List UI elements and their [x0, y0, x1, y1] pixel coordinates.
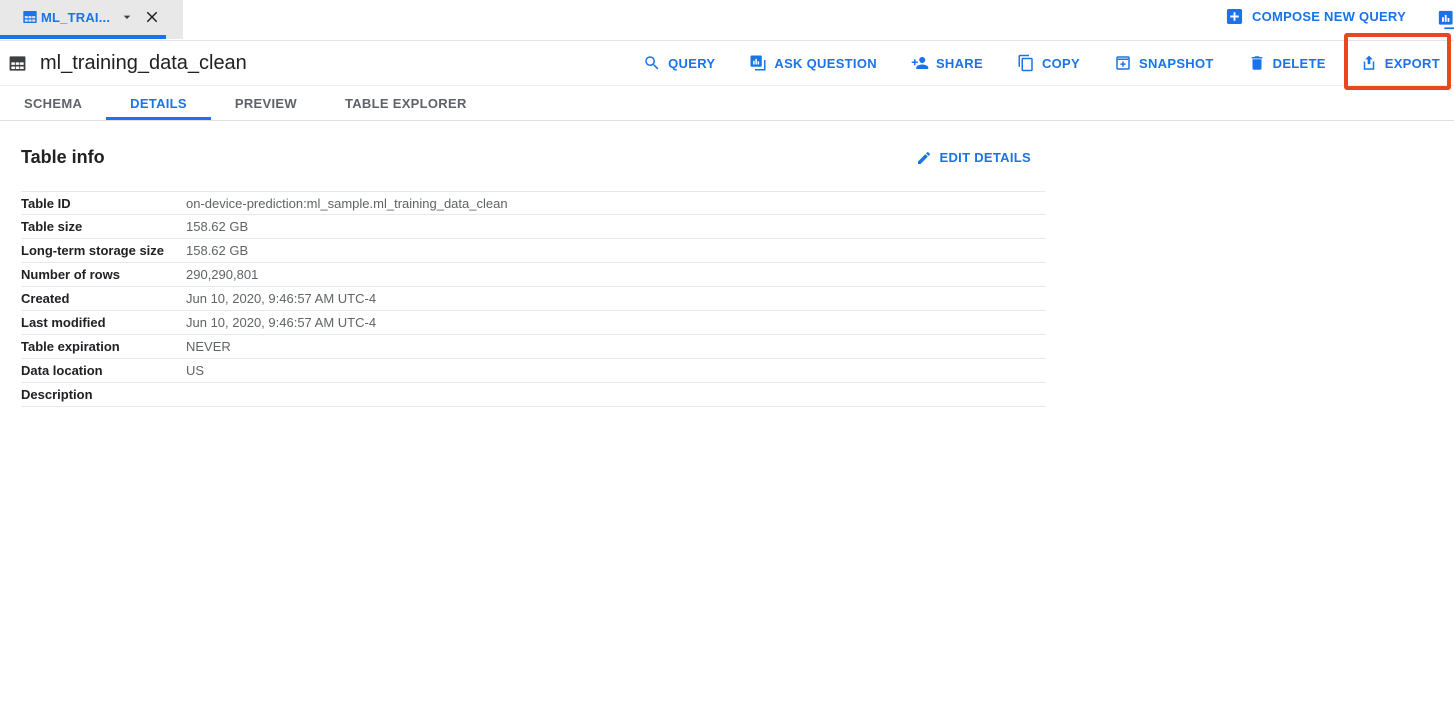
edit-details-button[interactable]: EDIT DETAILS — [916, 150, 1031, 166]
tab-details-label: DETAILS — [130, 96, 187, 111]
row-value: 290,290,801 — [186, 267, 258, 282]
query-button-label: QUERY — [668, 56, 715, 71]
row-value: on-device-prediction:ml_sample.ml_traini… — [186, 196, 508, 211]
close-tab-button[interactable] — [143, 8, 161, 26]
row-label: Number of rows — [21, 267, 186, 282]
row-label: Description — [21, 387, 186, 402]
row-value: US — [186, 363, 204, 378]
export-button-label: EXPORT — [1385, 56, 1440, 71]
row-value: 158.62 GB — [186, 219, 248, 234]
table-grid-icon — [22, 9, 38, 25]
delete-button[interactable]: DELETE — [1248, 54, 1326, 72]
query-button[interactable]: QUERY — [643, 54, 715, 72]
table-row-table-size: Table size 158.62 GB — [21, 215, 1045, 239]
chevron-down-icon[interactable] — [119, 9, 135, 25]
tab-table-explorer-label: TABLE EXPLORER — [345, 96, 467, 111]
share-button-label: SHARE — [936, 56, 983, 71]
copy-icon — [1017, 54, 1035, 72]
table-row-last-modified: Last modified Jun 10, 2020, 9:46:57 AM U… — [21, 311, 1045, 335]
plus-square-icon — [1226, 8, 1243, 25]
row-label: Created — [21, 291, 186, 306]
ask-question-button-label: ASK QUESTION — [774, 56, 877, 71]
table-row-description: Description — [21, 383, 1045, 407]
row-value: Jun 10, 2020, 9:46:57 AM UTC-4 — [186, 315, 376, 330]
row-label: Last modified — [21, 315, 186, 330]
search-icon — [643, 54, 661, 72]
table-row-data-location: Data location US — [21, 359, 1045, 383]
table-info-heading-row: Table info EDIT DETAILS — [21, 147, 1031, 168]
table-row-num-rows: Number of rows 290,290,801 — [21, 263, 1045, 287]
table-grid-icon-dark — [8, 54, 27, 73]
upload-icon — [1360, 54, 1378, 72]
editor-tab-label: ML_TRAI... — [41, 10, 110, 25]
tab-schema-label: SCHEMA — [24, 96, 82, 111]
tab-table-explorer[interactable]: TABLE EXPLORER — [321, 86, 491, 120]
ask-question-button[interactable]: ASK QUESTION — [749, 54, 877, 72]
row-value: 158.62 GB — [186, 243, 248, 258]
row-label: Table ID — [21, 196, 186, 211]
editor-tab[interactable]: ML_TRAI... — [0, 0, 183, 39]
compose-new-query-label: COMPOSE NEW QUERY — [1252, 9, 1406, 24]
snapshot-button-label: SNAPSHOT — [1139, 56, 1214, 71]
row-label: Table expiration — [21, 339, 186, 354]
pencil-icon — [916, 150, 932, 166]
row-label: Table size — [21, 219, 186, 234]
table-row-expiration: Table expiration NEVER — [21, 335, 1045, 359]
share-button[interactable]: SHARE — [911, 54, 983, 72]
edit-details-label: EDIT DETAILS — [940, 150, 1031, 165]
page-title: ml_training_data_clean — [40, 52, 247, 75]
table-info-list: Table ID on-device-prediction:ml_sample.… — [21, 191, 1045, 407]
delete-button-label: DELETE — [1273, 56, 1326, 71]
table-row-created: Created Jun 10, 2020, 9:46:57 AM UTC-4 — [21, 287, 1045, 311]
table-row-table-id: Table ID on-device-prediction:ml_sample.… — [21, 191, 1045, 215]
row-value: NEVER — [186, 339, 231, 354]
table-header-row: ml_training_data_clean QUERY ASK QUESTIO… — [0, 41, 1454, 86]
person-add-icon — [911, 54, 929, 72]
copy-button-label: COPY — [1042, 56, 1080, 71]
tab-details[interactable]: DETAILS — [106, 86, 211, 120]
snapshot-icon — [1114, 54, 1132, 72]
row-value: Jun 10, 2020, 9:46:57 AM UTC-4 — [186, 291, 376, 306]
compose-new-query-button[interactable]: COMPOSE NEW QUERY — [1226, 8, 1406, 25]
table-row-longterm-size: Long-term storage size 158.62 GB — [21, 239, 1045, 263]
view-tabs: SCHEMA DETAILS PREVIEW TABLE EXPLORER — [0, 86, 1454, 121]
row-label: Long-term storage size — [21, 243, 186, 258]
table-actions-toolbar: QUERY ASK QUESTION SHARE COPY — [643, 54, 1440, 72]
tab-schema[interactable]: SCHEMA — [0, 86, 106, 120]
row-label: Data location — [21, 363, 186, 378]
chart-window-icon — [749, 54, 767, 72]
chart-window-icon[interactable] — [1437, 9, 1454, 31]
section-title: Table info — [21, 147, 105, 168]
export-button[interactable]: EXPORT — [1360, 54, 1440, 72]
tab-preview[interactable]: PREVIEW — [211, 86, 321, 120]
copy-button[interactable]: COPY — [1017, 54, 1080, 72]
bigquery-table-details-screen: ML_TRAI... COMPOSE NEW QUERY ml_training… — [0, 0, 1454, 704]
tab-preview-label: PREVIEW — [235, 96, 297, 111]
trash-icon — [1248, 54, 1266, 72]
editor-tab-strip: ML_TRAI... COMPOSE NEW QUERY — [0, 0, 1454, 41]
snapshot-button[interactable]: SNAPSHOT — [1114, 54, 1214, 72]
